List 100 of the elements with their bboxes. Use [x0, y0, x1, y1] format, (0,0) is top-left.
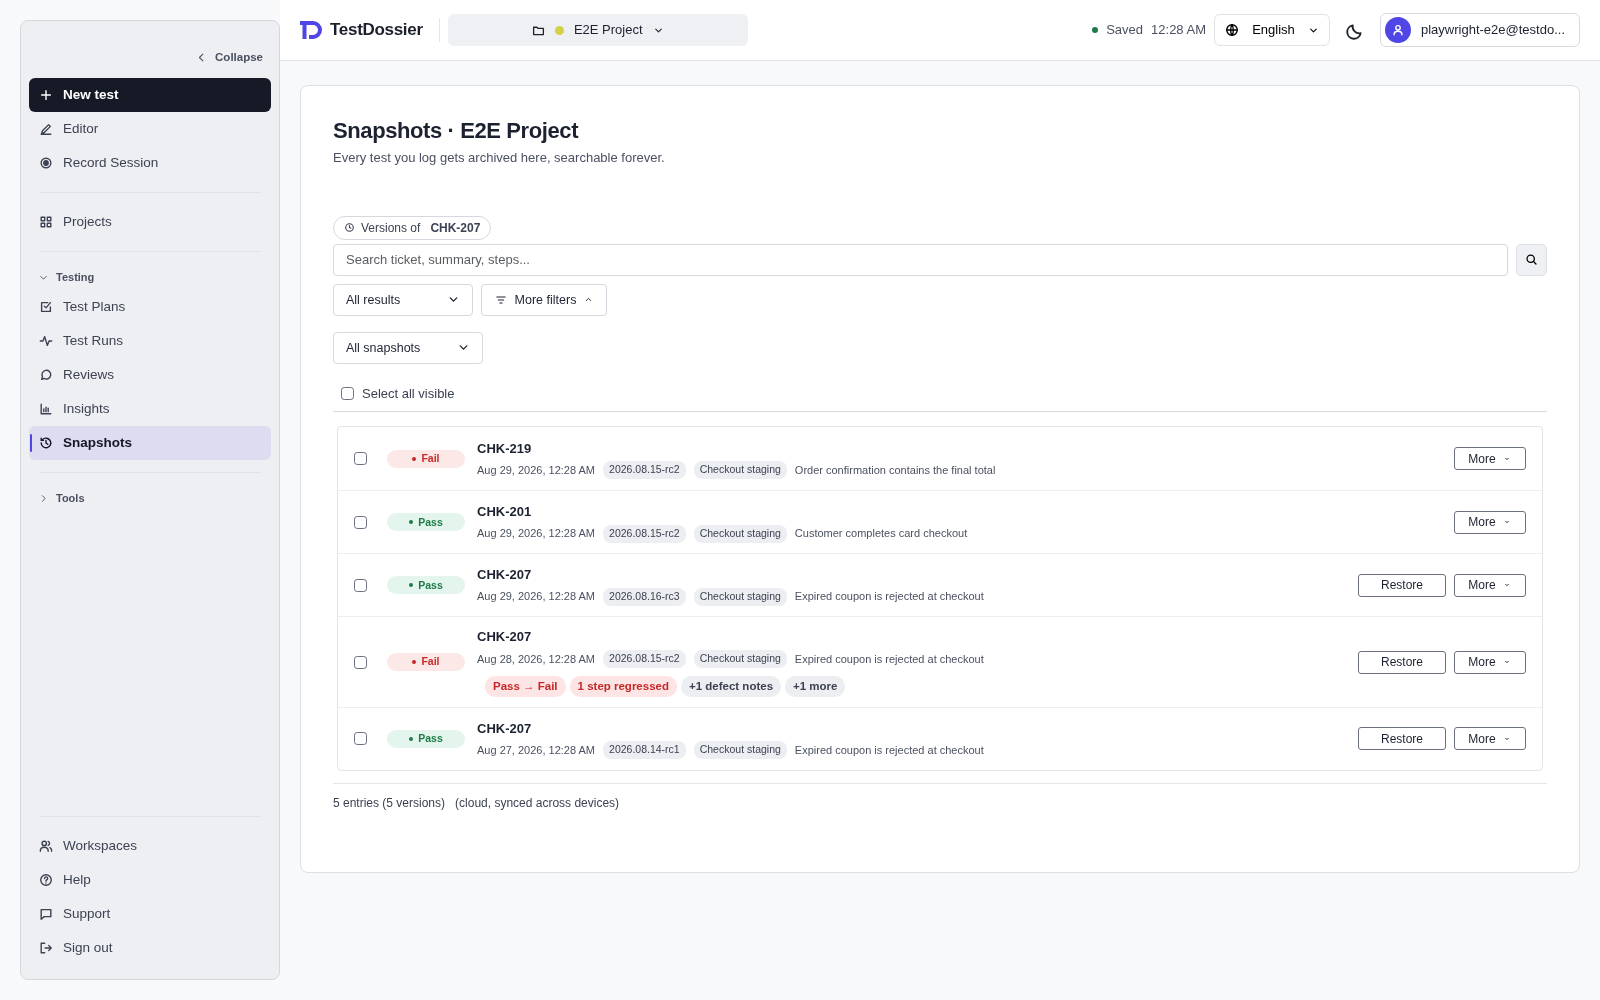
- ticket-id: CHK-207: [477, 719, 533, 738]
- environment-tag: Checkout staging: [693, 524, 787, 543]
- row-checkbox[interactable]: [354, 732, 367, 746]
- chat-icon: [39, 368, 53, 383]
- restore-button[interactable]: Restore: [1358, 727, 1446, 751]
- environment-tag: Checkout staging: [693, 461, 787, 479]
- environment-tag: Checkout staging: [693, 587, 787, 606]
- summary-text: Expired coupon is rejected at checkout: [794, 651, 984, 667]
- search-field[interactable]: Search ticket, summary, steps...: [333, 243, 1508, 276]
- row-checkbox[interactable]: [354, 655, 367, 669]
- search-icon: [1524, 253, 1538, 267]
- summary-text: Expired coupon is rejected at checkout: [794, 589, 984, 605]
- filter-lines-icon: [494, 293, 507, 306]
- change-tag: Pass → Fail: [485, 675, 566, 697]
- grid-icon: [39, 215, 53, 230]
- section-toggle[interactable]: Tools: [29, 485, 271, 512]
- language-select[interactable]: English: [1214, 14, 1330, 46]
- clock-icon: [344, 222, 355, 234]
- sign-out-icon: [39, 941, 53, 955]
- select-all-checkbox[interactable]: [341, 387, 354, 401]
- saved-status-dot: [1092, 27, 1099, 33]
- build-tag: 2026.08.15-rc2: [603, 524, 686, 543]
- record-icon: [39, 156, 53, 171]
- message-icon: [39, 907, 53, 921]
- results-select[interactable]: All results: [333, 283, 473, 316]
- logo-icon: [300, 21, 322, 39]
- change-tag: 1 step regressed: [569, 675, 677, 697]
- brand-name: TestDossier: [330, 19, 423, 42]
- timestamp: Aug 29, 2026, 12:28 AM: [477, 462, 596, 478]
- save-time: 12:28 AM: [1151, 21, 1206, 40]
- sidebar-item[interactable]: Workspaces: [29, 829, 271, 863]
- environment-tag: Checkout staging: [693, 649, 787, 668]
- new-test-button[interactable]: New test: [29, 78, 271, 113]
- sidebar-item[interactable]: Projects: [29, 205, 271, 240]
- summary-text: Order confirmation contains the final total: [794, 462, 996, 478]
- row-checkbox[interactable]: [354, 515, 367, 529]
- ticket-id: CHK-207: [477, 566, 533, 585]
- summary-text: Expired coupon is rejected at checkout: [794, 742, 984, 758]
- sidebar-item[interactable]: Support: [29, 897, 271, 931]
- history-icon: [39, 436, 53, 451]
- sidebar-item[interactable]: Test Plans: [29, 290, 271, 325]
- row-checkbox[interactable]: [354, 452, 367, 466]
- build-tag: 2026.08.15-rc2: [603, 461, 686, 479]
- page-title: Snapshots · E2E Project: [333, 118, 580, 145]
- pencil-icon: [39, 122, 53, 137]
- search-button[interactable]: [1515, 243, 1547, 276]
- sidebar-item[interactable]: Sign out: [29, 931, 271, 965]
- build-tag: 2026.08.14-rc1: [603, 741, 686, 759]
- section-toggle[interactable]: Testing: [29, 264, 271, 291]
- person-icon: [1391, 23, 1405, 37]
- sidebar-item[interactable]: Editor: [29, 112, 271, 147]
- more-button[interactable]: More: [1454, 447, 1526, 471]
- sidebar-item[interactable]: Reviews: [29, 358, 271, 393]
- bar-chart-icon: [39, 402, 53, 417]
- timestamp: Aug 29, 2026, 12:28 AM: [477, 526, 596, 542]
- more-button[interactable]: More: [1454, 573, 1526, 597]
- result-badge: Pass: [387, 576, 465, 595]
- sync-note: (cloud, synced across devices): [455, 794, 620, 812]
- timestamp: Aug 27, 2026, 12:28 AM: [477, 742, 596, 758]
- version-filter-chip[interactable]: Versions of CHK-207: [333, 215, 492, 240]
- restore-button[interactable]: Restore: [1358, 573, 1446, 597]
- row-checkbox[interactable]: [354, 578, 367, 592]
- change-tag: +1 defect notes: [681, 675, 782, 697]
- timestamp: Aug 29, 2026, 12:28 AM: [477, 589, 596, 605]
- result-badge: Fail: [387, 449, 465, 468]
- project-selector[interactable]: E2E Project: [447, 14, 748, 46]
- summary-text: Customer completes card checkout: [794, 526, 968, 542]
- select-all-label: Select all visible: [362, 384, 455, 403]
- ticket-id: CHK-219: [477, 439, 533, 458]
- page-subtitle: Every test you log gets archived here, searchable forever.: [333, 149, 666, 168]
- save-status: Saved: [1106, 21, 1144, 40]
- more-button[interactable]: More: [1454, 510, 1526, 534]
- checklist-icon: [39, 300, 53, 315]
- sidebar-item[interactable]: Help: [29, 863, 271, 897]
- change-tag: +1 more: [785, 675, 846, 697]
- collapse-button[interactable]: Collapse: [196, 49, 263, 67]
- people-icon: [39, 839, 53, 853]
- environment-tag: Checkout staging: [693, 741, 787, 759]
- result-badge: Pass: [387, 729, 465, 748]
- more-filters-button[interactable]: More filters: [481, 283, 607, 316]
- help-icon: [39, 873, 53, 887]
- snapshots-select[interactable]: All snapshots: [333, 331, 483, 364]
- build-tag: 2026.08.15-rc2: [603, 649, 686, 668]
- sidebar-item[interactable]: Insights: [29, 392, 271, 427]
- sidebar-item[interactable]: Test Runs: [29, 324, 271, 359]
- entry-count: 5 entries (5 versions): [333, 794, 446, 812]
- sidebar-item[interactable]: Record Session: [29, 146, 271, 181]
- more-button[interactable]: More: [1454, 727, 1526, 751]
- plus-icon: [39, 88, 53, 103]
- more-button[interactable]: More: [1454, 650, 1526, 674]
- result-badge: Pass: [387, 513, 465, 532]
- chevron-right-icon: [39, 493, 48, 503]
- timestamp: Aug 28, 2026, 12:28 AM: [477, 651, 596, 667]
- result-badge: Fail: [387, 653, 465, 672]
- sidebar-item[interactable]: Snapshots: [29, 426, 271, 461]
- globe-icon: [1225, 23, 1239, 37]
- build-tag: 2026.08.16-rc3: [603, 587, 686, 606]
- user-menu[interactable]: playwright-e2e@testdo...: [1380, 13, 1580, 47]
- restore-button[interactable]: Restore: [1358, 650, 1446, 674]
- ticket-id: CHK-201: [477, 503, 533, 522]
